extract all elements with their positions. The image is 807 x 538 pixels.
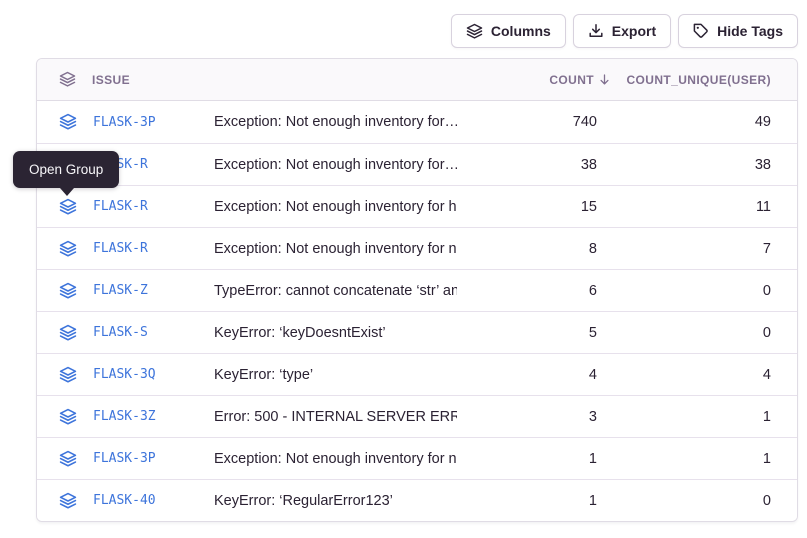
issue-title: Exception: Not enough inventory for… (214, 157, 457, 173)
export-button-label: Export (612, 23, 656, 39)
table-row: FLASK-R Exception: Not enough inventory … (37, 143, 797, 185)
count-value: 15 (457, 199, 597, 215)
issue-link[interactable]: FLASK-R (93, 241, 148, 256)
page: Columns Export Hide Tags (0, 0, 807, 538)
columns-button-label: Columns (491, 23, 551, 39)
count-value: 5 (457, 325, 597, 341)
issue-title: Exception: Not enough inventory for… (214, 114, 457, 130)
count-value: 6 (457, 283, 597, 299)
column-header-issue[interactable]: ISSUE (37, 71, 214, 88)
layers-icon[interactable] (59, 408, 77, 426)
column-header-count-label: COUNT (549, 73, 594, 87)
issue-title: Exception: Not enough inventory for n… (214, 241, 457, 257)
count-value: 4 (457, 367, 597, 383)
issue-title: Exception: Not enough inventory for n… (214, 451, 457, 467)
count-value: 740 (457, 114, 597, 130)
issue-link[interactable]: FLASK-3P (93, 115, 156, 130)
count-unique-value: 7 (597, 241, 797, 257)
table-row: FLASK-3Z Error: 500 - INTERNAL SERVER ER… (37, 395, 797, 437)
layers-icon[interactable] (59, 366, 77, 384)
columns-button[interactable]: Columns (451, 14, 566, 48)
table-row: FLASK-R Exception: Not enough inventory … (37, 185, 797, 227)
table-header: ISSUE COUNT COUNT_UNIQUE(USER) (37, 59, 797, 101)
hide-tags-button[interactable]: Hide Tags (678, 14, 798, 48)
count-value: 1 (457, 451, 597, 467)
count-unique-value: 0 (597, 493, 797, 509)
issue-title: Error: 500 - INTERNAL SERVER ERROR (214, 409, 457, 425)
layers-icon[interactable] (59, 450, 77, 468)
layers-icon[interactable] (59, 240, 77, 258)
issue-cell: FLASK-40 (37, 492, 214, 510)
table-row: FLASK-R Exception: Not enough inventory … (37, 227, 797, 269)
table-row: FLASK-Z TypeError: cannot concatenate ‘s… (37, 269, 797, 311)
issue-title: KeyError: ‘type’ (214, 367, 457, 383)
count-unique-value: 1 (597, 451, 797, 467)
layers-icon (59, 71, 76, 88)
count-unique-value: 38 (597, 157, 797, 173)
open-group-tooltip-label: Open Group (29, 162, 103, 177)
issue-title: TypeError: cannot concatenate ‘str’ an… (214, 283, 457, 299)
download-icon (588, 23, 604, 39)
count-unique-value: 0 (597, 283, 797, 299)
issue-link[interactable]: FLASK-S (93, 325, 148, 340)
issue-cell: FLASK-3Z (37, 408, 214, 426)
column-header-issue-label: ISSUE (92, 73, 130, 87)
layers-icon[interactable] (59, 282, 77, 300)
count-value: 3 (457, 409, 597, 425)
issue-link[interactable]: FLASK-R (93, 199, 148, 214)
column-header-count-unique[interactable]: COUNT_UNIQUE(USER) (597, 73, 797, 87)
column-header-count[interactable]: COUNT (457, 73, 597, 87)
issue-title: Exception: Not enough inventory for h… (214, 199, 457, 215)
issue-cell: FLASK-R (37, 240, 214, 258)
issues-table: ISSUE COUNT COUNT_UNIQUE(USER) (36, 58, 798, 522)
table-row: FLASK-3P Exception: Not enough inventory… (37, 101, 797, 143)
toolbar: Columns Export Hide Tags (451, 14, 798, 48)
issue-cell: FLASK-3P (37, 450, 214, 468)
open-group-tooltip: Open Group (13, 151, 119, 188)
issue-title: KeyError: ‘keyDoesntExist’ (214, 325, 457, 341)
issue-cell: FLASK-Z (37, 282, 214, 300)
tag-icon (693, 23, 709, 39)
issue-cell: FLASK-3P (37, 113, 214, 131)
layers-icon[interactable] (59, 198, 77, 216)
issue-link[interactable]: FLASK-3P (93, 451, 156, 466)
count-unique-value: 49 (597, 114, 797, 130)
layers-icon[interactable] (59, 492, 77, 510)
count-unique-value: 4 (597, 367, 797, 383)
count-unique-value: 11 (597, 199, 797, 215)
layers-icon (466, 23, 483, 40)
export-button[interactable]: Export (573, 14, 671, 48)
table-row: FLASK-3P Exception: Not enough inventory… (37, 437, 797, 479)
count-value: 38 (457, 157, 597, 173)
column-header-count-unique-label: COUNT_UNIQUE(USER) (626, 73, 771, 87)
hide-tags-button-label: Hide Tags (717, 23, 783, 39)
issue-cell: FLASK-R (37, 198, 214, 216)
issue-link[interactable]: FLASK-40 (93, 493, 156, 508)
issue-link[interactable]: FLASK-3Z (93, 409, 156, 424)
issue-cell: FLASK-S (37, 324, 214, 342)
table-row: FLASK-S KeyError: ‘keyDoesntExist’ 5 0 (37, 311, 797, 353)
count-unique-value: 0 (597, 325, 797, 341)
tooltip-arrow-icon (60, 188, 74, 196)
layers-icon[interactable] (59, 324, 77, 342)
count-value: 8 (457, 241, 597, 257)
count-value: 1 (457, 493, 597, 509)
table-row: FLASK-3Q KeyError: ‘type’ 4 4 (37, 353, 797, 395)
layers-icon[interactable] (59, 113, 77, 131)
issue-cell: FLASK-3Q (37, 366, 214, 384)
table-body: FLASK-3P Exception: Not enough inventory… (37, 101, 797, 521)
issue-title: KeyError: ‘RegularError123’ (214, 493, 457, 509)
count-unique-value: 1 (597, 409, 797, 425)
issue-link[interactable]: FLASK-Z (93, 283, 148, 298)
table-row: FLASK-40 KeyError: ‘RegularError123’ 1 0 (37, 479, 797, 521)
issue-link[interactable]: FLASK-3Q (93, 367, 156, 382)
